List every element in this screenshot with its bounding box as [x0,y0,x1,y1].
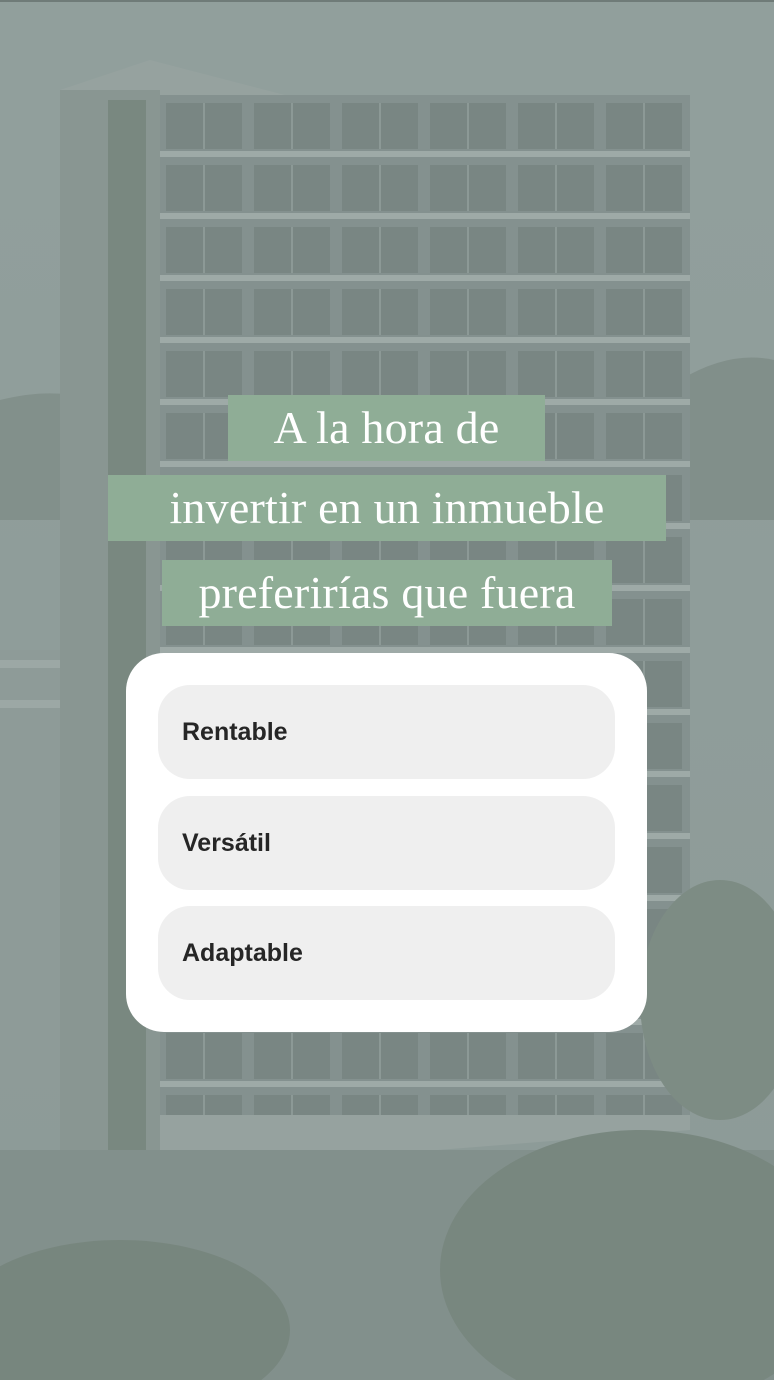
poll-option-rentable[interactable]: Rentable [158,685,615,779]
headline-line-1: A la hora de [228,395,545,461]
top-divider [0,0,774,2]
poll-option-adaptable[interactable]: Adaptable [158,906,615,1000]
poll-sticker: Rentable Versátil Adaptable [126,653,647,1032]
headline-line-3: preferirías que fuera [162,560,612,626]
poll-option-versatil[interactable]: Versátil [158,796,615,890]
headline-line-2: invertir en un inmueble [108,475,666,541]
